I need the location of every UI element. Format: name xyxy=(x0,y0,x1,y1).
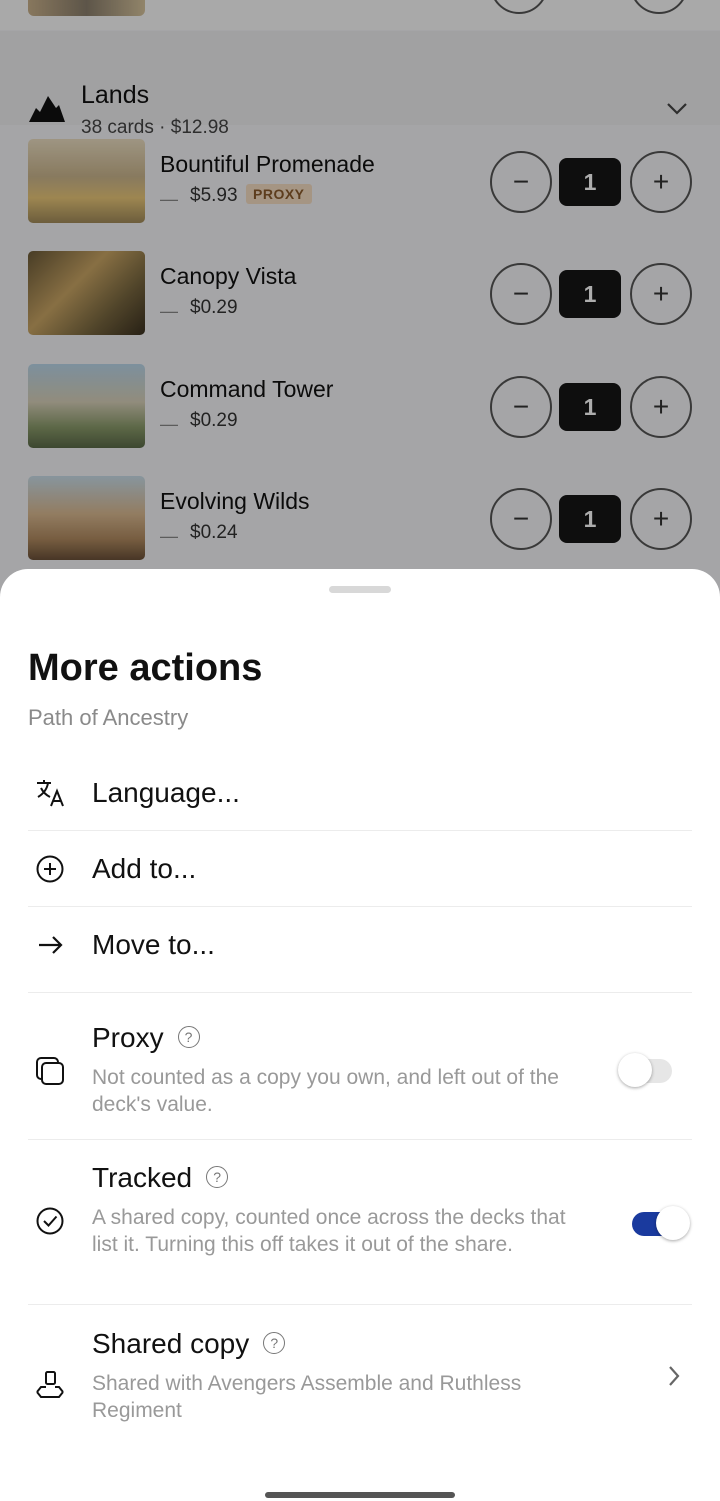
action-add-to[interactable]: Add to... xyxy=(28,847,692,891)
divider xyxy=(28,1139,692,1140)
option-label: Proxy xyxy=(92,1022,164,1053)
more-actions-sheet: More actions Path of Ancestry Language..… xyxy=(0,569,720,1501)
option-title: Tracked? xyxy=(92,1162,229,1194)
action-label: Move to... xyxy=(92,929,215,960)
option-description: Shared with Avengers Assemble and Ruthle… xyxy=(92,1372,522,1422)
option-proxy: Proxy? Not counted as a copy you own, an… xyxy=(28,1019,692,1129)
option-title: Shared copy? xyxy=(92,1328,286,1360)
tracked-toggle[interactable] xyxy=(632,1206,690,1240)
option-description: Not counted as a copy you own, and left … xyxy=(92,1066,559,1116)
copies-icon xyxy=(28,1049,72,1093)
action-move-to[interactable]: Move to... xyxy=(28,923,692,967)
sheet-title: More actions xyxy=(28,647,263,689)
translate-icon xyxy=(28,771,72,815)
action-label: Language... xyxy=(92,777,240,808)
drag-handle[interactable] xyxy=(329,586,391,593)
shared-copy-icon xyxy=(28,1363,72,1407)
action-label: Add to... xyxy=(92,853,197,884)
arrow-right-icon xyxy=(28,923,72,967)
proxy-toggle[interactable] xyxy=(618,1053,672,1087)
option-label: Tracked xyxy=(92,1162,193,1193)
home-indicator[interactable] xyxy=(265,1492,455,1498)
divider xyxy=(28,830,692,831)
add-circle-icon xyxy=(28,847,72,891)
toggle-knob xyxy=(656,1206,690,1240)
option-tracked: Tracked? A shared copy, counted once acr… xyxy=(28,1159,692,1289)
option-description: A shared copy, counted once across the d… xyxy=(92,1206,566,1256)
option-shared-copy[interactable]: Shared copy? Shared with Avengers Assemb… xyxy=(28,1325,692,1435)
help-icon[interactable]: ? xyxy=(206,1165,229,1188)
toggle-knob xyxy=(618,1053,652,1087)
option-label: Shared copy xyxy=(92,1328,250,1359)
check-circle-icon xyxy=(28,1199,72,1243)
divider xyxy=(28,992,692,993)
sheet-subtitle: Path of Ancestry xyxy=(28,705,189,730)
divider xyxy=(28,1304,692,1305)
help-icon[interactable]: ? xyxy=(177,1025,200,1048)
help-icon[interactable]: ? xyxy=(263,1331,286,1354)
divider xyxy=(28,906,692,907)
option-title: Proxy? xyxy=(92,1022,200,1054)
chevron-right-icon xyxy=(669,1366,680,1386)
action-language[interactable]: Language... xyxy=(28,771,692,815)
